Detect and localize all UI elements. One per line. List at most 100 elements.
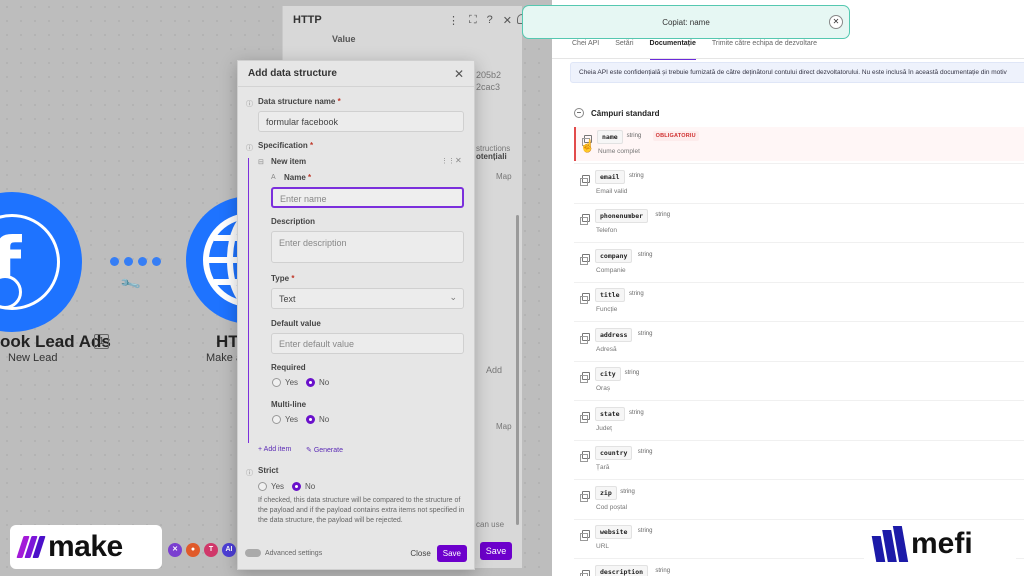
field-row[interactable]: company string Companie (574, 246, 1024, 280)
copy-icon[interactable] (580, 530, 590, 541)
copy-icon[interactable] (580, 293, 590, 304)
module1-subtitle: New Lead (8, 352, 58, 364)
radio-selected-icon[interactable] (306, 378, 315, 387)
required-yes[interactable]: Yes (272, 378, 298, 387)
strict-no[interactable]: No (292, 482, 315, 491)
field-type: string (629, 173, 644, 179)
required-label: Required (271, 363, 306, 372)
add-item-link[interactable]: + Add item (258, 446, 291, 453)
field-row[interactable]: phonenumber string Telefon (574, 206, 1024, 240)
http-scrollbar[interactable] (516, 215, 519, 525)
toast-message: Copiat: name (662, 17, 710, 27)
field-name: company (595, 249, 633, 263)
field-row[interactable]: name string OBLIGATORIU Nume complet (574, 127, 1024, 161)
copy-icon[interactable] (580, 451, 590, 462)
http-add-button[interactable]: Add (486, 365, 502, 375)
tools-icon[interactable]: ✕ (168, 543, 182, 557)
more-icon[interactable]: ⋮ (448, 14, 459, 27)
field-row[interactable]: city string Oraș (574, 364, 1024, 398)
flow-control-icon[interactable]: ● (186, 543, 200, 557)
chevron-down-icon: ⌄ (449, 292, 457, 302)
save-button[interactable]: Save (436, 544, 467, 562)
field-description: Funcție (596, 306, 618, 313)
radio-selected-icon[interactable] (306, 415, 315, 424)
add-data-structure-dialog: Add data structure ✕ (237, 60, 475, 570)
type-select[interactable]: Text ⌄ (271, 288, 464, 309)
strict-yes[interactable]: Yes (258, 482, 284, 491)
help-icon[interactable]: ? (487, 14, 493, 27)
field-description: Oraș (596, 385, 611, 392)
http-panel-title: HTTP (293, 14, 322, 26)
type-label: Type * (271, 274, 295, 283)
field-name: name (597, 130, 623, 144)
multiline-label: Multi-line (271, 400, 307, 409)
connector-dot (110, 257, 119, 266)
radio-selected-icon[interactable] (292, 482, 301, 491)
field-row[interactable]: email string Email valid (574, 167, 1024, 201)
close-icon[interactable]: ✕ (829, 15, 843, 29)
field-row[interactable]: state string Județ (574, 404, 1024, 438)
tab-2[interactable]: Setări (615, 40, 633, 60)
field-row[interactable]: address string Adresă (574, 325, 1024, 359)
copy-icon[interactable] (580, 333, 590, 344)
copy-icon[interactable] (580, 412, 590, 423)
multiline-yes[interactable]: Yes (272, 415, 298, 424)
radio-icon[interactable] (272, 415, 281, 424)
field-row[interactable]: country string Țară (574, 443, 1024, 477)
strict-help-text: If checked, this data structure will be … (258, 497, 465, 524)
copy-icon[interactable] (580, 175, 590, 186)
tab-4[interactable]: Trimite către echipa de dezvoltare (712, 40, 817, 60)
http-map-toggle-label[interactable]: Map (496, 422, 512, 431)
tab-divider (552, 58, 1024, 59)
http-faint-text: 205b2 (476, 70, 502, 80)
http-map-toggle-label[interactable]: Map (496, 172, 512, 181)
advanced-settings-toggle[interactable]: Advanced settings (245, 549, 322, 557)
delete-item-icon[interactable]: ✕ (455, 156, 462, 165)
ai-icon[interactable]: AI (222, 543, 236, 557)
http-faint-text: can use (476, 520, 505, 529)
copy-icon[interactable] (580, 214, 590, 225)
mefi-logo: mefi (864, 520, 1016, 568)
radio-icon[interactable] (258, 482, 267, 491)
radio-icon[interactable] (272, 378, 281, 387)
doc-tabs: Chei API Setări Documentație Trimite către … (572, 40, 817, 60)
field-type: string (637, 449, 653, 455)
field-description: Cod poștal (596, 504, 628, 511)
close-icon[interactable]: ✕ (503, 14, 512, 27)
copy-icon[interactable] (580, 254, 590, 265)
copy-icon[interactable] (580, 491, 590, 502)
collapse-icon[interactable]: – (574, 108, 584, 118)
field-row[interactable]: zip string Cod poștal (574, 483, 1024, 517)
text-parser-icon[interactable]: T (204, 543, 218, 557)
close-icon[interactable]: ✕ (454, 67, 464, 81)
collapse-icon[interactable]: ⊟ (258, 158, 264, 166)
required-no[interactable]: No (306, 378, 329, 387)
multiline-no[interactable]: No (306, 415, 329, 424)
field-type: string (629, 291, 644, 297)
dialog-title: Add data structure (248, 68, 337, 79)
row-divider (574, 203, 1024, 204)
field-description: Județ (596, 425, 612, 432)
copy-icon[interactable] (580, 570, 590, 576)
ds-name-input[interactable]: formular facebook (258, 111, 464, 132)
field-type: string (637, 528, 653, 534)
specification-label: Specification * (258, 141, 314, 150)
default-value-input[interactable]: Enter default value (271, 333, 464, 354)
expand-icon[interactable]: ⛶ (469, 14, 477, 27)
http-value-label: Value (332, 34, 356, 44)
standard-fields-header[interactable]: – Câmpuri standard (574, 108, 659, 118)
generate-link[interactable]: ✎ Generate (306, 446, 343, 454)
field-row[interactable]: title string Funcție (574, 285, 1024, 319)
row-divider (574, 440, 1024, 441)
toggle-icon[interactable] (245, 549, 261, 557)
name-input[interactable]: Enter name (271, 187, 464, 208)
copy-icon[interactable] (580, 372, 590, 383)
strict-label: Strict (258, 466, 279, 475)
description-textarea[interactable]: Enter description (271, 231, 464, 263)
close-button[interactable]: Close (410, 549, 430, 558)
tab-1[interactable]: Chei API (572, 40, 599, 60)
drag-handle-icon[interactable]: ⋮⋮ (441, 157, 455, 165)
http-save-button[interactable]: Save (480, 542, 512, 560)
tab-3[interactable]: Documentație (649, 40, 696, 60)
field-type: string (626, 133, 642, 139)
